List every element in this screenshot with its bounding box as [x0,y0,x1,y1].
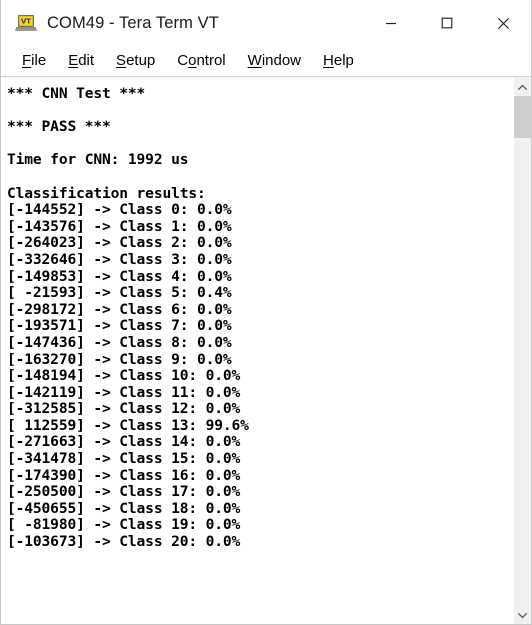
chevron-down-icon [518,612,527,618]
title-bar: VT COM49 - Tera Term VT [1,0,531,46]
scroll-up-button[interactable] [514,78,531,96]
close-icon [497,17,509,29]
terminal-output[interactable]: *** CNN Test *** *** PASS *** Time for C… [1,78,513,624]
window-controls [363,0,531,46]
vertical-scrollbar[interactable] [513,78,532,624]
maximize-button[interactable] [419,0,475,46]
window-title: COM49 - Tera Term VT [47,13,219,32]
svg-text:VT: VT [21,18,31,26]
menu-item-edit[interactable]: Edit [57,51,105,71]
scroll-down-button[interactable] [514,606,531,624]
terminal-area: *** CNN Test *** *** PASS *** Time for C… [1,78,532,624]
minimize-icon [386,23,396,25]
minimize-button[interactable] [363,0,419,46]
scrollbar-track[interactable] [514,96,532,606]
menu-item-setup[interactable]: Setup [105,51,166,71]
teraterm-vt-laptop-icon: VT [14,13,38,33]
scrollbar-thumb[interactable] [514,96,532,138]
close-button[interactable] [475,0,531,46]
maximize-icon [441,17,453,29]
menu-item-control[interactable]: Control [166,51,236,71]
menu-item-window[interactable]: Window [237,51,312,71]
chevron-up-icon [518,84,527,90]
menu-item-help[interactable]: Help [312,51,365,71]
menu-item-file[interactable]: File [11,51,57,71]
teraterm-window: VT COM49 - Tera Term VT File Edit Setup … [0,0,532,625]
menu-bar: File Edit Setup Control Window Help [1,46,531,76]
